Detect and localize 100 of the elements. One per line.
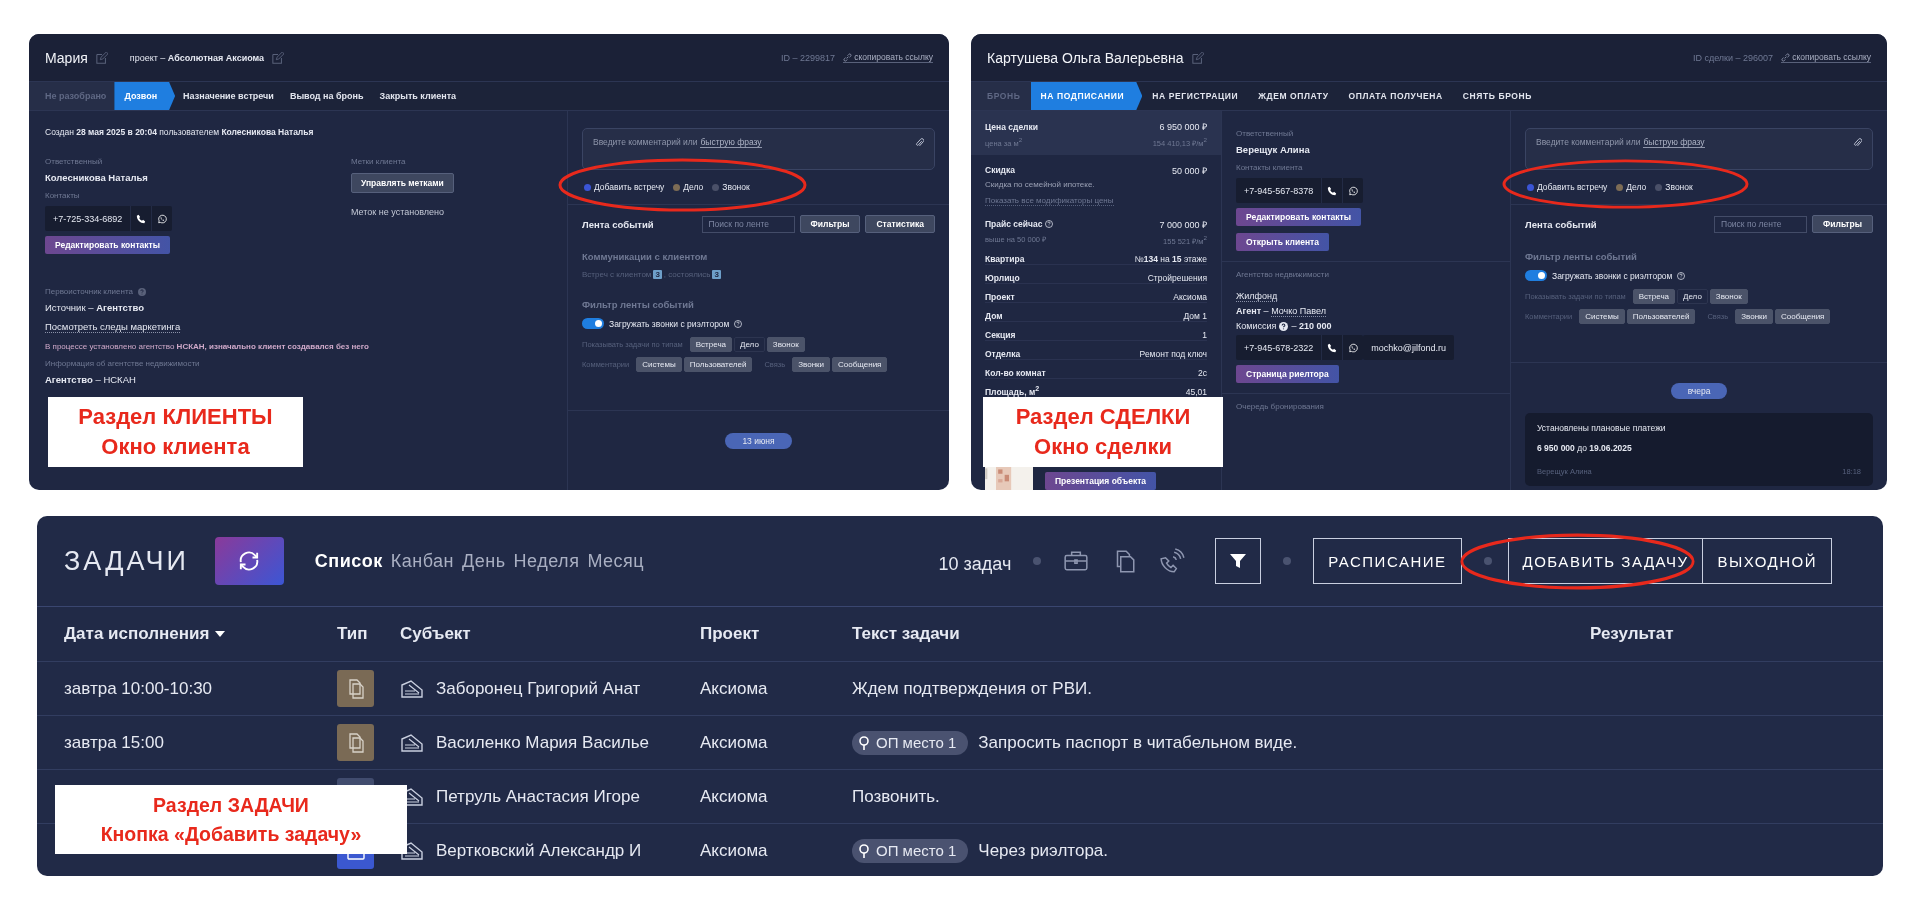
header-button[interactable]: ВЫХОДНОЙ [1703,538,1832,584]
filter-chip[interactable]: Сообщения [1775,309,1831,324]
column-header[interactable]: Результат [1590,624,1674,644]
field-label: Первоисточник клиента [45,287,133,296]
header-button[interactable]: ДОБАВИТЬ ЗАДАЧУ [1507,538,1704,584]
contact-action-button[interactable]: Открыть клиента [1236,233,1329,251]
help-icon[interactable] [1677,271,1686,280]
feed-button[interactable]: Статистика [865,215,935,233]
task-type-option[interactable]: Звонок [1655,182,1693,192]
filter-chip[interactable]: Дело [734,337,765,352]
schedule-button[interactable]: РАСПИСАНИЕ [1313,538,1462,584]
filter-chip[interactable]: Сообщения [832,357,888,372]
column-header[interactable]: Дата исполнения [64,624,226,644]
contact-action-button[interactable]: Редактировать контакты [1236,208,1361,226]
task-type-option[interactable]: Добавить встречу [584,182,665,192]
property-label: Юрлицо [985,273,1020,283]
view-tab[interactable]: Месяц [587,550,645,572]
filter-chip[interactable]: Дело [1677,289,1708,304]
discount-note: Скидка по семейной ипотеке. [985,179,1096,189]
edit-icon[interactable] [95,51,108,64]
edit-contacts-button[interactable]: Редактировать контакты [45,236,170,254]
view-tab[interactable]: День [462,550,506,572]
subject-name[interactable]: Василенко Мария Василье [436,732,650,753]
filter-chip[interactable]: Звонок [1709,289,1748,304]
stage-tab[interactable]: Вывод на бронь [281,82,372,110]
stage-tab[interactable]: ОПЛАТА ПОЛУЧЕНА [1338,82,1453,110]
marketing-link[interactable]: Посмотреть следы маркетинга [45,321,181,333]
view-tab[interactable]: Неделя [513,550,580,572]
stage-tab[interactable]: ЖДЕМ ОПЛАТУ [1248,82,1339,110]
filter-chip[interactable]: Системы [636,357,682,372]
comment-field[interactable]: Введите комментарий или быструю фразу [582,128,935,170]
realtor-page-button[interactable]: Страница риелтора [1236,365,1339,383]
search-field[interactable]: Поиск по ленте [701,215,795,233]
agency-link[interactable]: Жилфонд [1236,291,1278,302]
task-type-option[interactable]: Дело [1616,182,1647,192]
paperclip-icon[interactable] [1853,137,1862,148]
toggle-switch[interactable] [582,318,604,329]
filter-chip[interactable]: Звонки [792,357,830,372]
filter-chip[interactable]: Системы [1579,309,1625,324]
stage-tab[interactable]: Дозвон [114,82,176,110]
help-icon[interactable] [1045,220,1054,228]
filter-chip[interactable]: Встреча [689,337,732,352]
stage-tab[interactable]: СНЯТЬ БРОНЬ [1452,82,1542,110]
created-info: Создан 28 мая 2025 в 20:04 пользователем Колесникова Наталья [45,127,315,137]
filter-chip[interactable]: Пользователей [683,357,753,372]
comment-field[interactable]: Введите комментарий или быструю фразу [1525,128,1873,170]
filter-chip[interactable]: Пользователей [1626,309,1696,324]
search-field[interactable]: Поиск по ленте [1714,215,1807,233]
copy-link[interactable]: скопировать ссылку [843,52,933,63]
task-type-option[interactable]: Звонок [712,182,750,192]
toggle-switch[interactable] [1525,270,1547,281]
filter-chip[interactable]: Звонок [766,337,805,352]
task-text: Позвонить. [852,786,940,807]
column-header[interactable]: Текст задачи [852,624,960,644]
message-icon[interactable] [157,213,168,224]
agent-link[interactable]: Мочко Павел [1271,306,1326,317]
quick-phrase-link[interactable]: быструю фразу [1643,137,1705,148]
placeholder-text: Введите комментарий или [593,137,698,147]
quick-phrase-link[interactable]: быструю фразу [700,137,762,148]
view-tab[interactable]: Канбан [390,550,455,572]
event-amount: 6 950 000 до 19.06.2025 [1537,443,1633,453]
feed-button[interactable]: Фильтры [799,215,861,233]
filter-button[interactable] [1215,538,1262,584]
filter-chip[interactable]: Встреча [1632,289,1675,304]
view-tab[interactable]: Список [314,550,383,572]
pin-icon [858,842,870,859]
stage-tab[interactable]: Назначение встречи [175,82,282,110]
copy-link[interactable]: скопировать ссылку [1781,52,1871,63]
price-label: Цена сделки [985,121,1038,132]
filter-chip[interactable]: Звонки [1735,309,1773,324]
help-icon[interactable] [1279,321,1289,331]
caret-icon[interactable] [215,631,226,637]
phone-icon[interactable] [1327,342,1338,353]
field-label: Метки клиента [351,157,407,166]
phone-icon[interactable] [136,213,147,224]
column-header[interactable]: Субъект [400,624,471,644]
stage-tab[interactable]: НА РЕГИСТРАЦИИ [1142,82,1249,110]
help-icon[interactable] [734,319,743,328]
column-header[interactable]: Проект [700,624,760,644]
column-header[interactable]: Тип [337,624,368,644]
paperclip-icon[interactable] [915,137,924,148]
field-label: Ответственный [45,157,104,166]
subject-name[interactable]: Заборонец Григорий Анат [436,678,641,699]
message-icon[interactable] [1348,185,1359,196]
edit-icon[interactable] [272,51,285,64]
property-label: Секция [985,330,1016,340]
subject-name[interactable]: Петруль Анастасия Игоре [436,786,640,807]
manage-tags-button[interactable]: Управлять метками [351,173,454,193]
task-type-option[interactable]: Дело [673,182,704,192]
subject-name[interactable]: Вертковский Александр И [436,840,642,861]
refresh-button[interactable] [214,537,284,585]
presentation-button[interactable]: Презентация объекта [1045,472,1157,490]
stage-tab[interactable]: НА ПОДПИСАНИИ [1030,82,1143,110]
property-label: Отделка [985,349,1021,359]
stage-tab[interactable]: Закрыть клиента [371,82,465,110]
phone-icon[interactable] [1327,185,1338,196]
feed-button[interactable]: Фильтры [1812,215,1873,233]
edit-icon[interactable] [1191,51,1204,64]
message-icon[interactable] [1348,342,1359,353]
task-type-option[interactable]: Добавить встречу [1527,182,1608,192]
